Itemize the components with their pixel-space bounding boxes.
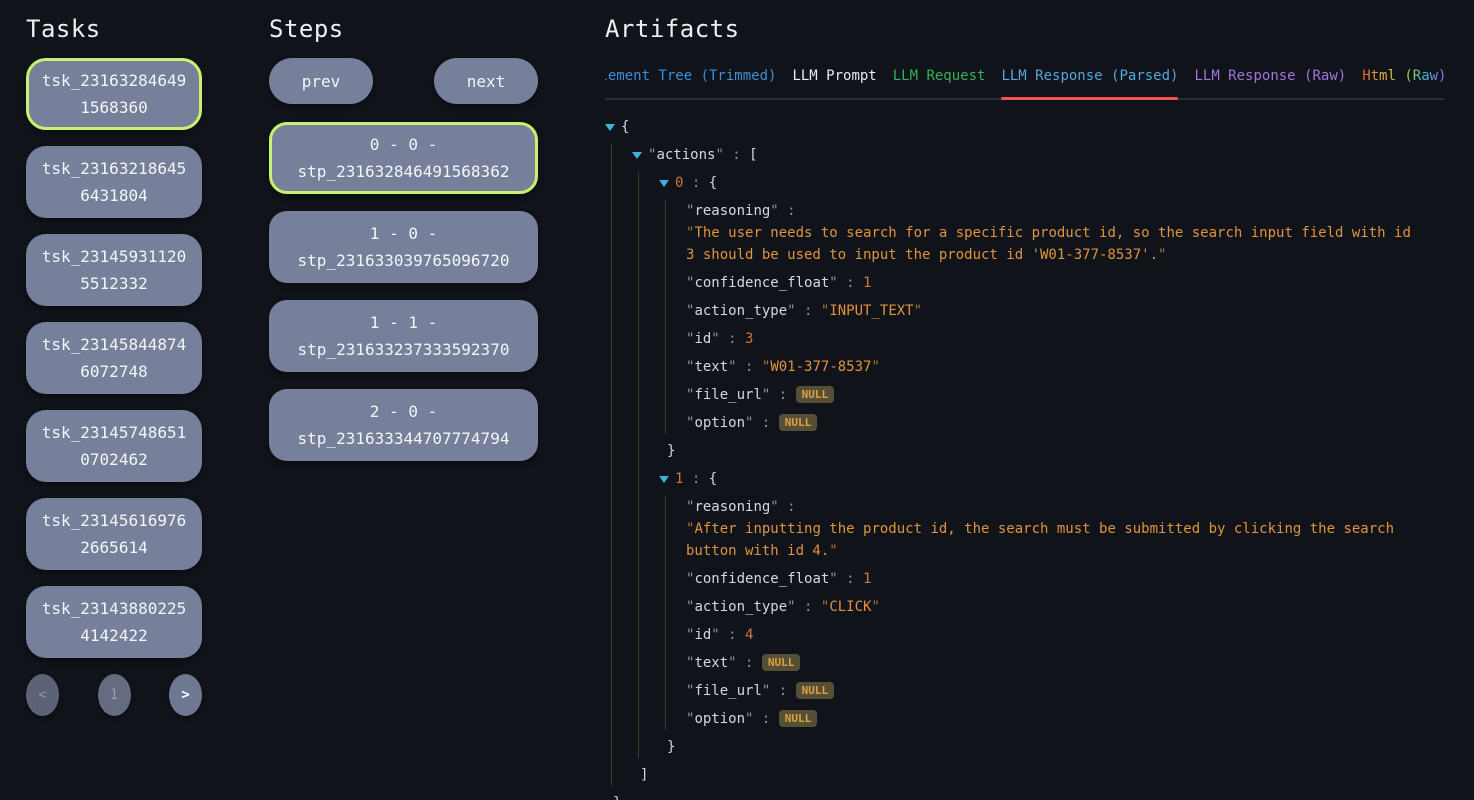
json-row: "text" : "W01-377-8537": [686, 356, 1418, 378]
artifact-tabs: Element Tree (Trimmed) LLM Prompt LLM Requ…: [605, 66, 1444, 100]
json-number-value: 1: [863, 275, 871, 291]
json-row: "action_type" : "INPUT_TEXT": [686, 300, 1418, 322]
json-number-value: 1: [863, 571, 871, 587]
json-row: "text" : NULL: [686, 652, 1418, 674]
json-key: text: [694, 655, 728, 671]
task-item[interactable]: tsk_231632846491568360: [26, 58, 202, 130]
json-row: 1 : {: [659, 468, 1418, 490]
json-row: "file_url" : NULL: [686, 384, 1418, 406]
json-row: "action_type" : "CLICK": [686, 596, 1418, 618]
json-children: "reasoning" : "The user needs to search …: [665, 200, 1418, 434]
json-string-value: CLICK: [829, 599, 871, 615]
task-item[interactable]: tsk_231457486510702462: [26, 410, 202, 482]
tab-llm-response-parsed[interactable]: LLM Response (Parsed): [1001, 66, 1178, 86]
artifact-tabstrip: Element Tree (Trimmed) LLM Prompt LLM Requ…: [605, 66, 1444, 100]
step-item[interactable]: 0 - 0 - stp_231632846491568362: [269, 122, 538, 194]
json-string-value: INPUT_TEXT: [829, 303, 913, 319]
json-row: "reasoning" : "After inputting the produ…: [686, 496, 1418, 562]
step-item[interactable]: 1 - 1 - stp_231633237333592370: [269, 300, 538, 372]
json-key: reasoning: [694, 203, 770, 219]
task-list: tsk_231632846491568360 tsk_23163218645643…: [26, 58, 202, 658]
tab-llm-response-raw[interactable]: LLM Response (Raw): [1194, 66, 1346, 86]
pagination-next-button[interactable]: >: [169, 674, 202, 716]
step-item[interactable]: 1 - 0 - stp_231633039765096720: [269, 211, 538, 283]
step-nav: prev next: [269, 58, 538, 104]
json-key: id: [694, 331, 711, 347]
json-key: confidence_float: [694, 275, 829, 291]
next-step-button[interactable]: next: [434, 58, 538, 104]
collapse-arrow-icon[interactable]: [632, 152, 642, 159]
null-badge: NULL: [779, 414, 818, 431]
json-row: 0 : {: [659, 172, 1418, 194]
json-row: ]: [632, 764, 1418, 786]
json-key: actions: [656, 147, 715, 163]
json-row: "id" : 3: [686, 328, 1418, 350]
task-item[interactable]: tsk_231632186456431804: [26, 146, 202, 218]
null-badge: NULL: [779, 710, 818, 727]
json-key: action_type: [694, 303, 787, 319]
json-string-value: "After inputting the product id, the sea…: [686, 518, 1418, 562]
json-number-value: 3: [745, 331, 753, 347]
step-list: 0 - 0 - stp_231632846491568362 1 - 0 - st…: [269, 122, 538, 461]
tab-html-raw[interactable]: Html (Raw): [1362, 66, 1444, 86]
json-row: "option" : NULL: [686, 412, 1418, 434]
task-item[interactable]: tsk_231459311205512332: [26, 234, 202, 306]
json-row: }: [659, 736, 1418, 758]
tab-llm-prompt[interactable]: LLM Prompt: [792, 66, 876, 86]
prev-step-button[interactable]: prev: [269, 58, 373, 104]
null-badge: NULL: [796, 682, 835, 699]
json-children: "reasoning" : "After inputting the produ…: [665, 496, 1418, 730]
json-key: text: [694, 359, 728, 375]
json-key: file_url: [694, 683, 761, 699]
json-string-value: After inputting the product id, the sear…: [686, 521, 1394, 559]
steps-title: Steps: [269, 14, 538, 44]
json-key: id: [694, 627, 711, 643]
json-row: "file_url" : NULL: [686, 680, 1418, 702]
json-children: 0 : { "reasoning" : "The user needs to se…: [638, 172, 1418, 758]
null-badge: NULL: [796, 386, 835, 403]
json-row: "reasoning" : "The user needs to search …: [686, 200, 1418, 266]
json-row: "option" : NULL: [686, 708, 1418, 730]
json-row: {: [605, 116, 1418, 138]
artifacts-panel: Artifacts Element Tree (Trimmed) LLM Prom…: [605, 0, 1444, 800]
json-string-value: "The user needs to search for a specific…: [686, 222, 1418, 266]
task-item[interactable]: tsk_231456169762665614: [26, 498, 202, 570]
json-row: "id" : 4: [686, 624, 1418, 646]
json-row: "confidence_float" : 1: [686, 272, 1418, 294]
json-children: "actions" : [ 0 : { "reasoning" : "The use…: [611, 144, 1418, 786]
tab-llm-request[interactable]: LLM Request: [893, 66, 986, 86]
json-row: "confidence_float" : 1: [686, 568, 1418, 590]
steps-panel: Steps prev next 0 - 0 - stp_231632846491…: [269, 0, 538, 800]
json-key: option: [694, 711, 745, 727]
tab-element-tree-trimmed-clipped[interactable]: Element Tree (Trimmed): [605, 66, 776, 86]
json-key: reasoning: [694, 499, 770, 515]
json-row: "actions" : [: [632, 144, 1418, 166]
pagination: < 1 >: [26, 674, 202, 716]
json-key: file_url: [694, 387, 761, 403]
json-row: }: [605, 792, 1418, 800]
collapse-arrow-icon[interactable]: [605, 124, 615, 131]
collapse-arrow-icon[interactable]: [659, 180, 669, 187]
pagination-page-button[interactable]: 1: [98, 674, 131, 716]
json-row: }: [659, 440, 1418, 462]
json-key: confidence_float: [694, 571, 829, 587]
pagination-prev-button[interactable]: <: [26, 674, 59, 716]
tasks-title: Tasks: [26, 14, 202, 44]
tasks-panel: Tasks tsk_231632846491568360 tsk_23163218…: [26, 0, 202, 800]
json-key: action_type: [694, 599, 787, 615]
json-string-value: W01-377-8537: [770, 359, 871, 375]
json-number-value: 4: [745, 627, 753, 643]
null-badge: NULL: [762, 654, 801, 671]
json-key: option: [694, 415, 745, 431]
app-root: Tasks tsk_231632846491568360 tsk_23163218…: [0, 0, 1474, 800]
json-string-value: The user needs to search for a specific …: [686, 225, 1411, 263]
task-item[interactable]: tsk_231438802254142422: [26, 586, 202, 658]
collapse-arrow-icon[interactable]: [659, 476, 669, 483]
step-item[interactable]: 2 - 0 - stp_231633344707774794: [269, 389, 538, 461]
json-tree-view: { "actions" : [ 0 : { "reasoning" : "The us…: [605, 116, 1444, 800]
artifacts-title: Artifacts: [605, 14, 1444, 44]
task-item[interactable]: tsk_231458448746072748: [26, 322, 202, 394]
